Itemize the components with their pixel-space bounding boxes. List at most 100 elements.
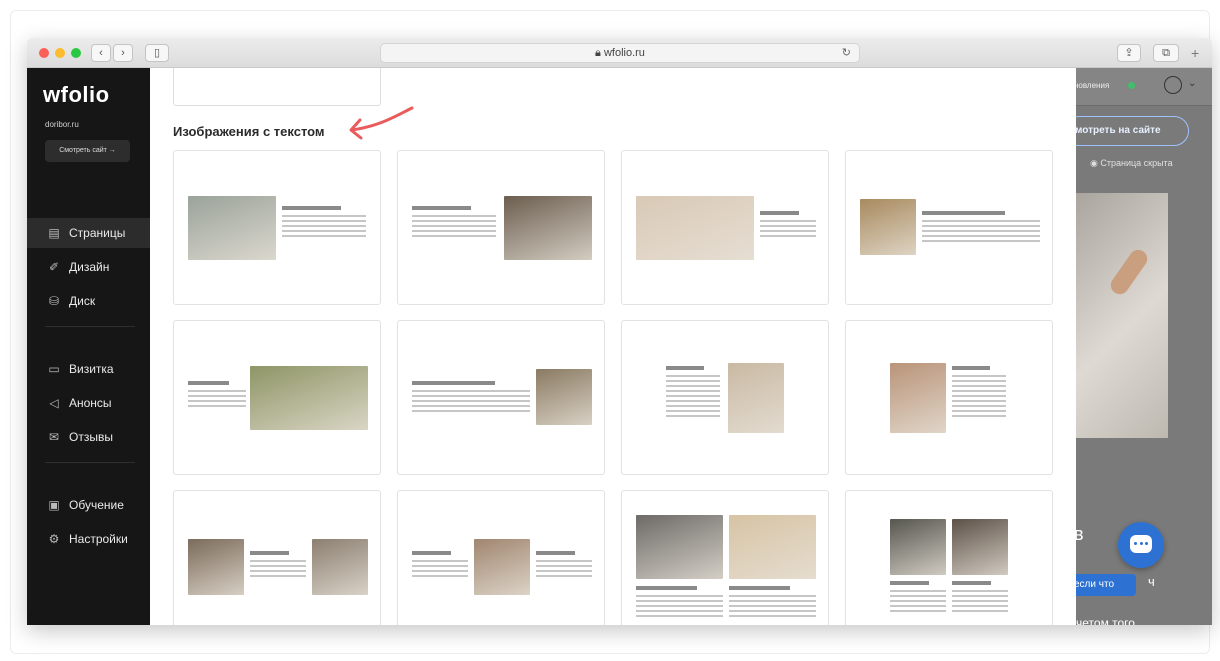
template-card[interactable] bbox=[845, 490, 1053, 625]
view-on-site-button[interactable]: мотреть на сайте bbox=[1076, 116, 1189, 146]
preview-pill-button[interactable]: если что bbox=[1076, 574, 1136, 596]
template-card[interactable] bbox=[621, 150, 829, 305]
section-title: Изображения с текстом bbox=[173, 124, 325, 139]
sidebar-item-label: Дизайн bbox=[69, 260, 110, 274]
template-card[interactable] bbox=[845, 150, 1053, 305]
sidebar-item-label: Страницы bbox=[69, 226, 126, 240]
sidebar-item-1-0[interactable]: ▭ Визитка bbox=[27, 354, 150, 384]
template-thumbnail-image bbox=[504, 196, 592, 260]
template-thumbnail-image bbox=[636, 515, 723, 579]
template-text-lines bbox=[922, 211, 1040, 245]
template-text-lines bbox=[729, 586, 816, 620]
template-thumbnail-image bbox=[729, 515, 816, 579]
template-text-lines bbox=[250, 551, 306, 580]
template-card[interactable] bbox=[845, 320, 1053, 475]
template-text-lines bbox=[666, 366, 720, 420]
sidebar-item-0-0[interactable]: ▤ Страницы bbox=[27, 218, 150, 248]
template-card[interactable] bbox=[173, 490, 381, 625]
template-thumbnail-image bbox=[890, 363, 946, 433]
template-card[interactable] bbox=[397, 320, 605, 475]
disk-icon: ⛁ bbox=[48, 294, 60, 308]
sidebar-item-1-2[interactable]: ✉ Отзывы bbox=[27, 422, 150, 452]
template-thumbnail-image bbox=[188, 196, 276, 260]
sidebar-divider bbox=[45, 326, 135, 327]
arrow-pointer-icon bbox=[349, 106, 414, 140]
template-thumbnail-image bbox=[636, 196, 754, 260]
share-button[interactable]: ⇪ bbox=[1117, 44, 1141, 62]
template-card[interactable] bbox=[397, 490, 605, 625]
preview-topbar: новления ⌄ bbox=[1076, 68, 1212, 106]
template-card[interactable] bbox=[173, 320, 381, 475]
chevron-down-icon[interactable]: ⌄ bbox=[1188, 78, 1196, 89]
new-tab-icon[interactable]: + bbox=[1191, 45, 1199, 61]
template-card[interactable] bbox=[621, 490, 829, 625]
tabs-button[interactable]: ⧉ bbox=[1153, 44, 1179, 62]
page-hidden-label: ◉ Страница скрыта bbox=[1090, 158, 1173, 168]
template-thumbnail-image bbox=[250, 366, 368, 430]
zoom-window-dot[interactable] bbox=[71, 48, 81, 58]
preview-body-text: четом того, bbox=[1076, 616, 1139, 625]
document-icon: ▤ bbox=[48, 226, 60, 240]
template-card[interactable] bbox=[397, 150, 605, 305]
template-thumbnail-image bbox=[890, 519, 946, 575]
sidebar-item-label: Анонсы bbox=[69, 396, 112, 410]
preview-photo bbox=[1076, 193, 1168, 438]
sidebar-item-label: Обучение bbox=[69, 498, 124, 512]
gear-icon: ⚙ bbox=[48, 532, 60, 546]
book-icon: ▣ bbox=[48, 498, 60, 512]
sidebar: wfolio doribor.ru Смотреть сайт → ▤ Стран… bbox=[27, 68, 150, 625]
updates-label[interactable]: новления bbox=[1076, 81, 1109, 90]
hand-shape bbox=[1107, 246, 1151, 298]
template-thumbnail-image bbox=[312, 539, 368, 595]
sidebar-item-label: Отзывы bbox=[69, 430, 113, 444]
template-text-lines bbox=[952, 581, 1008, 615]
sidebar-item-2-0[interactable]: ▣ Обучение bbox=[27, 490, 150, 520]
minimize-window-dot[interactable] bbox=[55, 48, 65, 58]
sidebar-item-label: Диск bbox=[69, 294, 96, 308]
template-card[interactable] bbox=[621, 320, 829, 475]
brush-icon: ✐ bbox=[48, 260, 60, 274]
online-status-dot bbox=[1128, 82, 1135, 89]
site-domain: doribor.ru bbox=[45, 120, 79, 129]
reload-icon[interactable]: ↻ bbox=[842, 44, 851, 62]
forward-button[interactable]: › bbox=[113, 44, 133, 62]
reviews-icon: ✉ bbox=[48, 430, 60, 444]
template-thumbnail-image bbox=[536, 369, 592, 425]
template-thumbnail-image bbox=[188, 539, 244, 595]
template-text-lines bbox=[536, 551, 592, 580]
template-text-lines bbox=[636, 586, 723, 620]
logo[interactable]: wfolio bbox=[43, 82, 110, 108]
template-text-lines bbox=[188, 381, 246, 410]
chat-icon bbox=[1130, 535, 1152, 553]
template-thumbnail-image bbox=[860, 199, 916, 255]
template-gallery: Изображения с текстом bbox=[150, 68, 1076, 625]
account-icon[interactable] bbox=[1164, 76, 1182, 94]
previous-template-card[interactable] bbox=[173, 68, 381, 106]
sidebar-item-0-1[interactable]: ✐ Дизайн bbox=[27, 252, 150, 282]
lock-icon: 🔒︎ bbox=[595, 47, 604, 59]
sidebar-divider bbox=[45, 462, 135, 463]
template-thumbnail-image bbox=[952, 519, 1008, 575]
back-button[interactable]: ‹ bbox=[91, 44, 111, 62]
template-text-lines bbox=[412, 381, 530, 415]
template-card[interactable] bbox=[173, 150, 381, 305]
megaphone-icon: ◁ bbox=[49, 396, 59, 410]
chat-button[interactable] bbox=[1118, 522, 1164, 568]
address-bar[interactable]: 🔒︎ wfolio.ru ↻ bbox=[380, 43, 860, 63]
eye-off-icon: ◉ bbox=[1090, 158, 1101, 168]
sidebar-item-label: Визитка bbox=[69, 362, 114, 376]
template-text-lines bbox=[412, 551, 468, 580]
template-text-lines bbox=[890, 581, 946, 615]
template-text-lines bbox=[412, 206, 496, 240]
card-icon: ▭ bbox=[48, 362, 60, 376]
sidebar-toggle-button[interactable]: ▯ bbox=[145, 44, 169, 62]
template-text-lines bbox=[282, 206, 366, 240]
close-window-dot[interactable] bbox=[39, 48, 49, 58]
sidebar-item-2-1[interactable]: ⚙ Настройки bbox=[27, 524, 150, 554]
sidebar-item-1-1[interactable]: ◁ Анонсы bbox=[27, 388, 150, 418]
template-thumbnail-image bbox=[728, 363, 784, 433]
sidebar-item-0-2[interactable]: ⛁ Диск bbox=[27, 286, 150, 316]
template-text-lines bbox=[952, 366, 1006, 420]
view-site-button[interactable]: Смотреть сайт → bbox=[45, 140, 130, 162]
browser-window: ‹ › ▯ 🔒︎ wfolio.ru ↻ ⇪ ⧉ + wfolio doribo… bbox=[27, 38, 1212, 625]
